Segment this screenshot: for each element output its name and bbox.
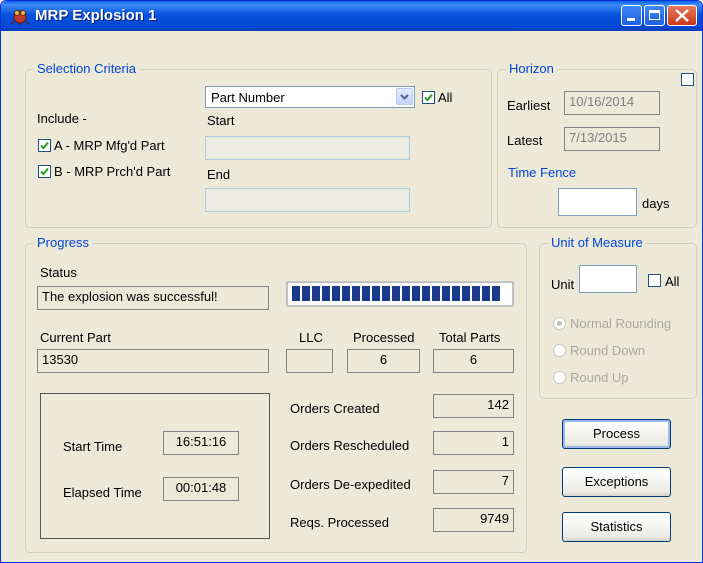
chevron-down-icon[interactable]: [396, 88, 413, 105]
elapsed-time-label: Elapsed Time: [63, 485, 142, 500]
timing-panel: [40, 393, 270, 539]
llc-field: [286, 349, 333, 373]
part-field-select[interactable]: Part Number: [205, 86, 415, 108]
earliest-label: Earliest: [507, 98, 551, 113]
minimize-icon: [627, 18, 635, 21]
unit-of-measure-label: Unit of Measure: [548, 235, 646, 250]
orders-deexpedited-field: 7: [433, 470, 514, 494]
selection-criteria-label: Selection Criteria: [34, 61, 139, 76]
option-b-label: B - MRP Prch'd Part: [54, 164, 171, 179]
title-bar[interactable]: MRP Explosion 1: [1, 1, 702, 31]
days-label: days: [642, 196, 670, 211]
processed-label: Processed: [353, 330, 415, 345]
option-a-checkbox[interactable]: [38, 139, 51, 152]
latest-field[interactable]: 7/13/2015: [564, 127, 660, 151]
close-icon: [675, 9, 689, 22]
progress-segment: [372, 286, 380, 301]
horizon-label: Horizon: [506, 61, 557, 76]
progress-segment: [332, 286, 340, 301]
start-label: Start: [207, 113, 235, 128]
checkmark-icon: [40, 141, 49, 150]
unit-all-checkbox[interactable]: [648, 274, 661, 287]
exceptions-button[interactable]: Exceptions: [562, 467, 671, 497]
status-label: Status: [40, 265, 77, 280]
app-icon: [11, 7, 29, 25]
progress-segment: [442, 286, 450, 301]
normal-rounding-label: Normal Rounding: [570, 316, 672, 331]
progress-segment: [482, 286, 490, 301]
round-up-radio[interactable]: [553, 371, 566, 384]
normal-rounding-radio[interactable]: [553, 317, 566, 330]
current-part-field: 13530: [37, 349, 269, 373]
unit-input[interactable]: [579, 265, 637, 293]
explosion-progress-bar: [286, 281, 514, 307]
orders-rescheduled-field: 1: [433, 431, 514, 455]
progress-segment: [392, 286, 400, 301]
time-fence-label: Time Fence: [508, 165, 577, 180]
progress-segment: [352, 286, 360, 301]
elapsed-time-field: 00:01:48: [163, 477, 239, 501]
progress-segment: [452, 286, 460, 301]
mrp-explosion-window: MRP Explosion 1 Selection Criteria Part …: [0, 0, 703, 563]
process-button[interactable]: Process: [562, 419, 671, 449]
progress-segment: [432, 286, 440, 301]
reqs-processed-field: 9749: [433, 508, 514, 532]
close-button[interactable]: [667, 5, 697, 26]
time-fence-input[interactable]: [558, 188, 637, 216]
progress-segment: [362, 286, 370, 301]
current-part-label: Current Part: [40, 330, 111, 345]
total-parts-field: 6: [433, 349, 514, 373]
maximize-button[interactable]: [644, 5, 665, 26]
reqs-processed-label: Reqs. Processed: [290, 515, 389, 530]
progress-segment: [312, 286, 320, 301]
statistics-button[interactable]: Statistics: [562, 512, 671, 542]
part-all-checkbox[interactable]: [422, 91, 435, 104]
include-label: Include -: [37, 111, 87, 126]
part-field-value: Part Number: [211, 90, 285, 105]
orders-created-field: 142: [433, 394, 514, 418]
radio-dot: [557, 321, 562, 326]
checkmark-icon: [424, 93, 433, 102]
unit-label: Unit: [551, 277, 575, 292]
progress-segment: [472, 286, 480, 301]
checkmark-icon: [40, 167, 49, 176]
processed-field: 6: [347, 349, 420, 373]
progress-segment: [292, 286, 300, 301]
part-all-label: All: [438, 90, 453, 105]
window-title: MRP Explosion 1: [35, 7, 157, 24]
progress-segment: [462, 286, 470, 301]
progress-segment: [322, 286, 330, 301]
llc-label: LLC: [299, 330, 323, 345]
progress-segment: [412, 286, 420, 301]
progress-segment: [492, 286, 500, 301]
round-down-label: Round Down: [570, 343, 646, 358]
minimize-button[interactable]: [621, 5, 642, 26]
end-input[interactable]: [205, 188, 410, 212]
start-time-field: 16:51:16: [163, 431, 239, 455]
start-input[interactable]: [205, 136, 410, 160]
option-b-checkbox[interactable]: [38, 165, 51, 178]
latest-label: Latest: [507, 133, 543, 148]
orders-deexpedited-label: Orders De-expedited: [290, 477, 411, 492]
option-a-label: A - MRP Mfg'd Part: [54, 138, 165, 153]
round-up-label: Round Up: [570, 370, 629, 385]
orders-rescheduled-label: Orders Rescheduled: [290, 438, 410, 453]
end-label: End: [207, 167, 231, 182]
earliest-field[interactable]: 10/16/2014: [564, 91, 660, 115]
maximize-icon: [649, 10, 660, 20]
progress-segment: [302, 286, 310, 301]
progress-label: Progress: [34, 235, 93, 250]
unit-all-label: All: [665, 274, 680, 289]
orders-created-label: Orders Created: [290, 401, 380, 416]
horizon-checkbox[interactable]: [681, 73, 694, 86]
progress-segment: [402, 286, 410, 301]
dialog-body: Selection Criteria Part Number All Inclu…: [5, 31, 698, 562]
round-down-radio[interactable]: [553, 344, 566, 357]
progress-segment: [342, 286, 350, 301]
start-time-label: Start Time: [63, 439, 123, 454]
total-parts-label: Total Parts: [439, 330, 501, 345]
progress-segment: [382, 286, 390, 301]
status-field: The explosion was successful!: [37, 286, 269, 310]
progress-segment: [422, 286, 430, 301]
